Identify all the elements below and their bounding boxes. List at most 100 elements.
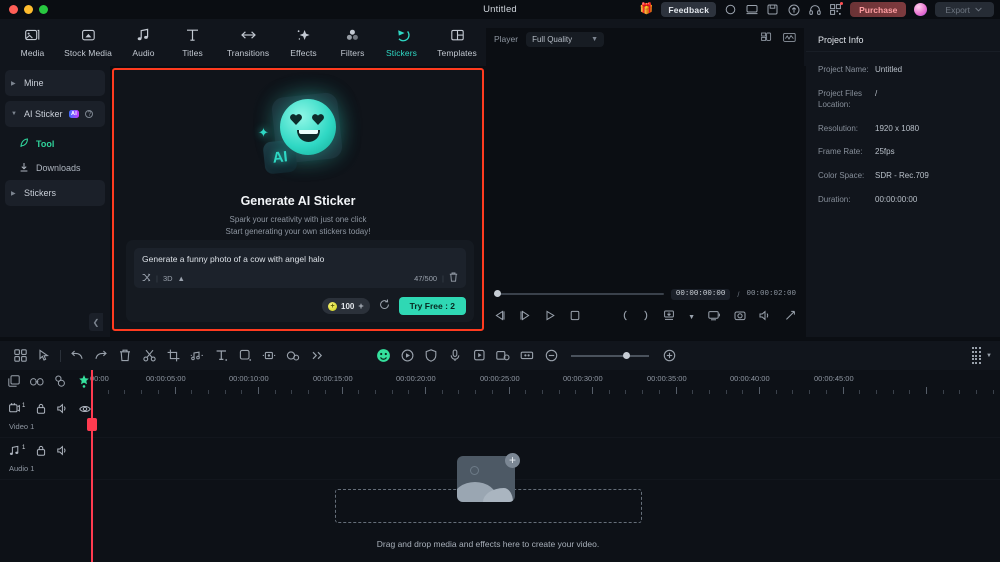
prev-frame-icon[interactable] [494, 310, 506, 324]
quality-select[interactable]: Full Quality ▼ [526, 31, 605, 47]
delete-icon[interactable] [113, 345, 137, 367]
play-icon[interactable] [544, 310, 556, 324]
ruler-tick [441, 390, 443, 394]
ruler-tick [725, 390, 727, 394]
tab-audio[interactable]: Audio [119, 27, 168, 58]
snapshot-grid-icon[interactable] [761, 30, 774, 48]
save-icon[interactable] [766, 3, 779, 16]
camera-icon[interactable] [734, 310, 746, 324]
caret-down-icon[interactable]: ▼ [688, 314, 695, 321]
playhead[interactable] [86, 370, 97, 562]
more-chevrons-icon[interactable] [305, 345, 329, 367]
sidebar-item-mine[interactable]: ▶ Mine [5, 70, 105, 96]
grid-view-icon[interactable] [8, 345, 32, 367]
split-scissors-icon[interactable] [137, 345, 161, 367]
zoom-out-icon[interactable] [539, 345, 563, 367]
feedback-button[interactable]: Feedback [661, 2, 717, 17]
speed-icon[interactable] [281, 345, 305, 367]
mark-out-icon[interactable] [642, 310, 650, 324]
ruler-tick [692, 390, 694, 394]
tab-stock-media[interactable]: Stock Media [57, 27, 119, 58]
seek-slider[interactable] [494, 290, 664, 297]
crop-screen-icon[interactable] [708, 310, 721, 324]
audio-detach-icon[interactable] [185, 345, 209, 367]
stop-icon[interactable] [569, 310, 581, 324]
headphone-icon[interactable] [808, 3, 821, 16]
sidebar-item-tool[interactable]: Tool [5, 132, 105, 156]
undo-icon[interactable] [65, 345, 89, 367]
sidebar-item-stickers[interactable]: ▶ Stickers [5, 180, 105, 206]
tab-transitions[interactable]: Transitions [217, 27, 279, 58]
timeline-zoom-slider[interactable] [565, 352, 655, 359]
qr-code-icon[interactable] [829, 2, 844, 16]
screen-icon[interactable] [745, 3, 758, 16]
zoom-slider-handle[interactable] [623, 352, 630, 359]
tab-stickers[interactable]: Stickers [377, 27, 426, 58]
sidebar-item-ai-sticker[interactable]: ▼ AI Sticker AI ? [5, 101, 105, 127]
next-frame-icon[interactable] [519, 310, 531, 324]
tab-titles[interactable]: Titles [168, 27, 217, 58]
playhead-handle[interactable] [86, 418, 97, 431]
gift-icon[interactable]: 🎁 [640, 4, 654, 15]
tab-label: Transitions [226, 48, 270, 58]
mark-in-icon[interactable] [621, 310, 629, 324]
style-select-label[interactable]: 3D [163, 274, 173, 283]
lock-icon[interactable] [36, 445, 46, 458]
cloud-upload-icon[interactable] [787, 3, 800, 16]
microphone-icon[interactable] [443, 345, 467, 367]
trash-icon[interactable] [449, 272, 458, 284]
redo-icon[interactable] [89, 345, 113, 367]
plus-circle-icon[interactable]: + [505, 452, 520, 468]
track-clips-area[interactable] [88, 396, 1000, 437]
tab-filters[interactable]: Filters [328, 27, 377, 58]
volume-icon[interactable] [759, 310, 771, 324]
shuffle-icon[interactable] [142, 273, 151, 284]
zoom-in-icon[interactable] [657, 345, 681, 367]
prompt-input[interactable]: Generate a funny photo of a cow with ang… [134, 248, 466, 288]
caret-down-icon[interactable]: ▼ [986, 353, 992, 359]
export-button[interactable]: Export [935, 2, 994, 17]
sidebar-item-downloads[interactable]: Downloads [5, 156, 105, 180]
caret-up-icon[interactable]: ▲ [178, 274, 185, 283]
record-screen-icon[interactable] [467, 345, 491, 367]
avatar[interactable] [914, 3, 928, 16]
sidebar-collapse-button[interactable]: ❮ [89, 313, 103, 331]
lock-icon[interactable] [36, 403, 46, 416]
circle-icon[interactable] [724, 3, 737, 16]
link-icon[interactable] [30, 374, 44, 392]
green-screen-icon[interactable] [491, 345, 515, 367]
add-credits-plus[interactable]: + [358, 301, 363, 311]
zoom-slider-track[interactable] [571, 352, 649, 359]
text-icon[interactable] [209, 345, 233, 367]
grid-dots-icon[interactable] [971, 347, 982, 364]
mask-icon[interactable] [257, 345, 281, 367]
purchase-button[interactable]: Purchase [850, 2, 907, 17]
seek-handle[interactable] [494, 290, 501, 297]
shield-icon[interactable] [419, 345, 443, 367]
tab-label: Stickers [385, 48, 418, 58]
snapshot-icon[interactable] [663, 310, 675, 324]
player-canvas[interactable] [486, 50, 804, 284]
crop-icon[interactable] [161, 345, 185, 367]
refresh-icon[interactable] [379, 299, 390, 313]
tab-templates[interactable]: Templates [426, 27, 488, 58]
help-icon[interactable]: ? [85, 110, 94, 118]
keyframe-icon[interactable] [395, 345, 419, 367]
ai-smart-icon[interactable] [371, 345, 395, 367]
mute-icon[interactable] [57, 403, 68, 416]
copy-icon[interactable] [8, 374, 20, 392]
fullscreen-icon[interactable] [784, 310, 796, 324]
timeline-dropzone[interactable]: + Drag and drop media and effects here t… [88, 442, 888, 562]
snap-icon[interactable] [54, 374, 67, 392]
cursor-select-icon[interactable] [32, 345, 56, 367]
tab-media[interactable]: Media [8, 27, 57, 58]
credits-button[interactable]: + 100 + [322, 298, 370, 314]
try-free-button[interactable]: Try Free : 2 [398, 297, 466, 315]
marker-icon[interactable] [515, 345, 539, 367]
waveform-icon[interactable] [783, 30, 796, 48]
notification-dot [840, 2, 844, 5]
tab-effects[interactable]: Effects [279, 27, 328, 58]
color-icon[interactable] [233, 345, 257, 367]
mute-icon[interactable] [57, 445, 68, 458]
timeline-ruler[interactable]: 00:00 00:00:05:00 00:00:10:00 00:00:15:0… [88, 370, 1000, 396]
